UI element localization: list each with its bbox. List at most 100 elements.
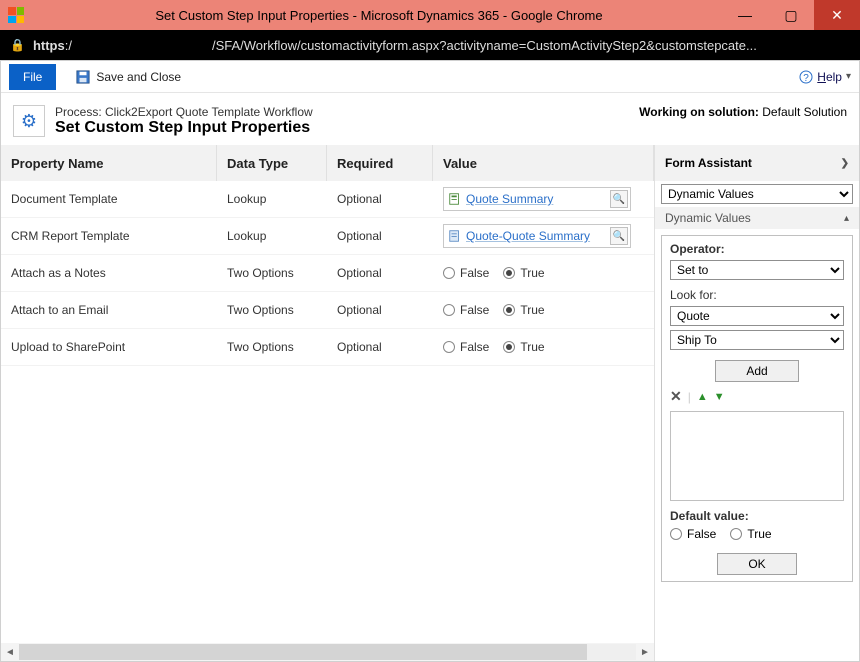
assistant-mode-select[interactable]: Dynamic Values [661,184,853,204]
value-cell: False True [433,340,654,354]
two-options-group: False True [443,303,644,317]
operator-select[interactable]: Set to [670,260,844,280]
scroll-left-icon[interactable]: ◄ [1,643,19,661]
collapse-icon[interactable]: ▴ [844,213,849,224]
table-row: CRM Report TemplateLookupOptional Quote-Q… [1,218,654,255]
required-cell: Optional [327,266,433,280]
process-line: Process: Click2Export Quote Template Wor… [55,105,313,119]
lookup-value-text[interactable]: Quote Summary [466,192,606,206]
move-up-icon[interactable]: ▲ [697,391,708,403]
table-row: Document TemplateLookupOptional Quote Sum… [1,181,654,218]
two-options-group: False True [443,266,644,280]
move-down-icon[interactable]: ▼ [714,391,725,403]
radio-label: False [460,266,489,280]
data-type-cell: Two Options [217,340,327,354]
save-close-label: Save and Close [96,70,181,84]
col-header-required[interactable]: Required [327,145,433,181]
grid-header-row: Property Name Data Type Required Value [1,145,654,181]
page-toolbar: File Save and Close ? Help ▾ [1,61,859,93]
working-on-solution: Working on solution: Default Solution [639,105,847,119]
data-type-cell: Two Options [217,303,327,317]
minimize-button[interactable]: — [722,0,768,30]
url-scheme: https [33,38,65,53]
lookup-value-text[interactable]: Quote-Quote Summary [466,229,606,243]
false-radio[interactable] [443,341,455,353]
radio-label: False [460,303,489,317]
property-name-cell: CRM Report Template [1,229,217,243]
close-button[interactable]: ✕ [814,0,860,30]
lock-icon: 🔒 [10,38,25,52]
default-value-label: Default value: [670,509,749,523]
form-assistant-pane: Form Assistant ❯ Dynamic Values Dynamic … [654,145,859,661]
operator-label: Operator: [670,242,844,256]
table-row: Attach as a NotesTwo OptionsOptional Fals… [1,255,654,292]
value-cell: Quote-Quote Summary 🔍 [433,224,654,248]
page-title: Set Custom Step Input Properties [55,119,313,137]
address-bar[interactable]: 🔒 https :/ /SFA/Workflow/customactivityf… [0,30,860,60]
value-cell: Quote Summary 🔍 [433,187,654,211]
value-cell: False True [433,303,654,317]
lookup-search-icon[interactable]: 🔍 [610,227,628,245]
window-titlebar: Set Custom Step Input Properties - Micro… [0,0,860,30]
true-radio[interactable] [503,341,515,353]
property-name-cell: Document Template [1,192,217,206]
process-icon: ⚙ [13,105,45,137]
chevron-down-icon: ▾ [846,71,851,82]
required-cell: Optional [327,229,433,243]
save-icon [76,70,90,84]
table-row: Upload to SharePointTwo OptionsOptional F… [1,329,654,366]
required-cell: Optional [327,340,433,354]
help-icon: ? [799,70,813,84]
ok-button[interactable]: OK [717,553,796,575]
radio-label: True [520,303,544,317]
data-type-cell: Lookup [217,192,327,206]
svg-text:?: ? [804,73,810,84]
template-blue-icon [448,229,462,243]
remove-icon[interactable]: ✕ [670,388,682,405]
chevron-right-icon[interactable]: ❯ [841,158,849,169]
radio-label: True [520,266,544,280]
data-type-cell: Two Options [217,266,327,280]
window-title: Set Custom Step Input Properties - Micro… [36,8,722,23]
radio-label: False [460,340,489,354]
lookup-field[interactable]: Quote-Quote Summary 🔍 [443,224,631,248]
radio-label: True [520,340,544,354]
value-cell: False True [433,266,654,280]
table-row: Attach to an EmailTwo OptionsOptional Fal… [1,292,654,329]
default-true-radio[interactable] [730,528,742,540]
true-radio[interactable] [503,267,515,279]
scroll-right-icon[interactable]: ► [636,643,654,661]
col-header-data-type[interactable]: Data Type [217,145,327,181]
form-assistant-title: Form Assistant [665,156,752,170]
windows-logo-icon [8,7,24,23]
lookfor-entity-select[interactable]: Quote [670,306,844,326]
col-header-value[interactable]: Value [433,145,654,181]
add-button[interactable]: Add [715,360,798,382]
required-cell: Optional [327,192,433,206]
true-radio[interactable] [503,304,515,316]
horizontal-scrollbar[interactable]: ◄ ► [1,643,654,661]
maximize-button[interactable]: ▢ [768,0,814,30]
lookup-search-icon[interactable]: 🔍 [610,190,628,208]
col-header-property-name[interactable]: Property Name [1,145,217,181]
two-options-group: False True [443,340,644,354]
property-name-cell: Upload to SharePoint [1,340,217,354]
default-false-radio[interactable] [670,528,682,540]
lookup-field[interactable]: Quote Summary 🔍 [443,187,631,211]
lookfor-attribute-select[interactable]: Ship To [670,330,844,350]
false-radio[interactable] [443,267,455,279]
property-name-cell: Attach as a Notes [1,266,217,280]
dynamic-values-list[interactable] [670,411,844,501]
page-header: ⚙ Process: Click2Export Quote Template W… [1,93,859,145]
lookfor-label: Look for: [670,288,844,302]
grid-body: Document TemplateLookupOptionalQuote Sum… [1,181,654,643]
template-green-icon [448,192,462,206]
false-radio[interactable] [443,304,455,316]
dynamic-values-subheader: Dynamic Values [665,211,751,225]
file-menu-button[interactable]: File [9,64,56,90]
required-cell: Optional [327,303,433,317]
help-menu[interactable]: ? Help ▾ [799,70,851,84]
save-and-close-button[interactable]: Save and Close [76,70,181,84]
data-type-cell: Lookup [217,229,327,243]
property-name-cell: Attach to an Email [1,303,217,317]
